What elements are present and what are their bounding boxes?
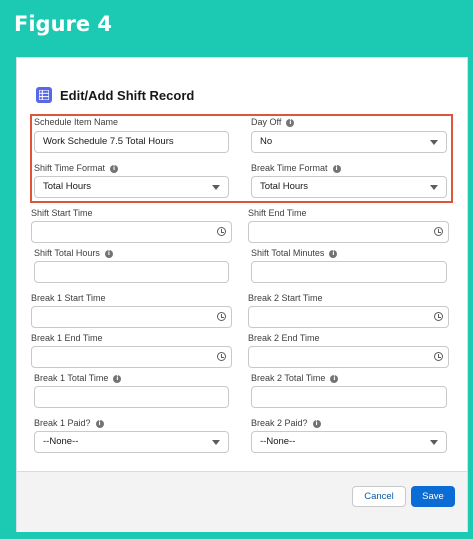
break-time-format-label: Break Time Format i xyxy=(251,163,341,173)
cancel-button[interactable]: Cancel xyxy=(352,486,406,507)
info-icon[interactable]: i xyxy=(332,165,341,173)
clock-icon[interactable] xyxy=(434,352,443,361)
save-button[interactable]: Save xyxy=(411,486,455,507)
shift-start-time-input[interactable] xyxy=(31,221,232,243)
schedule-item-name-input[interactable]: Work Schedule 7.5 Total Hours xyxy=(34,131,229,153)
break1-end-time-label: Break 1 End Time xyxy=(31,333,103,343)
day-off-label: Day Off i xyxy=(251,117,295,127)
record-icon xyxy=(36,87,52,103)
break1-start-time-label: Break 1 Start Time xyxy=(31,293,106,303)
break1-paid-select[interactable]: --None-- xyxy=(34,431,229,453)
chevron-down-icon xyxy=(430,140,438,145)
clock-icon[interactable] xyxy=(217,227,226,236)
clock-icon[interactable] xyxy=(434,312,443,321)
modal-footer: Cancel Save xyxy=(17,471,467,532)
break1-total-time-label: Break 1 Total Time i xyxy=(34,373,122,383)
shift-total-hours-input[interactable] xyxy=(34,261,229,283)
clock-icon[interactable] xyxy=(217,312,226,321)
shift-total-hours-label: Shift Total Hours i xyxy=(34,248,113,258)
chevron-down-icon xyxy=(430,185,438,190)
break2-start-time-label: Break 2 Start Time xyxy=(248,293,323,303)
break1-start-time-input[interactable] xyxy=(31,306,232,328)
schedule-item-name-label: Schedule Item Name xyxy=(34,117,119,127)
info-icon[interactable]: i xyxy=(330,375,339,383)
break2-paid-label: Break 2 Paid? i xyxy=(251,418,321,428)
edit-shift-record-modal: Edit/Add Shift Record Schedule Item Name… xyxy=(16,57,468,532)
shift-total-minutes-label: Shift Total Minutes i xyxy=(251,248,338,258)
day-off-select[interactable]: No xyxy=(251,131,447,153)
info-icon[interactable]: i xyxy=(113,375,122,383)
clock-icon[interactable] xyxy=(217,352,226,361)
info-icon[interactable]: i xyxy=(104,250,113,258)
chevron-down-icon xyxy=(212,185,220,190)
shift-end-time-label: Shift End Time xyxy=(248,208,307,218)
info-icon[interactable]: i xyxy=(312,420,321,428)
break2-paid-select[interactable]: --None-- xyxy=(251,431,447,453)
figure-label: Figure 4 xyxy=(14,12,113,36)
clock-icon[interactable] xyxy=(434,227,443,236)
shift-end-time-input[interactable] xyxy=(248,221,449,243)
break2-total-time-input[interactable] xyxy=(251,386,447,408)
break-time-format-select[interactable]: Total Hours xyxy=(251,176,447,198)
break1-total-time-input[interactable] xyxy=(34,386,229,408)
info-icon[interactable]: i xyxy=(286,119,295,127)
break2-end-time-label: Break 2 End Time xyxy=(248,333,320,343)
info-icon[interactable]: i xyxy=(329,250,338,258)
shift-start-time-label: Shift Start Time xyxy=(31,208,93,218)
break2-start-time-input[interactable] xyxy=(248,306,449,328)
break1-end-time-input[interactable] xyxy=(31,346,232,368)
modal-title: Edit/Add Shift Record xyxy=(60,88,195,103)
info-icon[interactable]: i xyxy=(95,420,104,428)
info-icon[interactable]: i xyxy=(110,165,119,173)
break2-total-time-label: Break 2 Total Time i xyxy=(251,373,339,383)
chevron-down-icon xyxy=(430,440,438,445)
break2-end-time-input[interactable] xyxy=(248,346,449,368)
shift-time-format-select[interactable]: Total Hours xyxy=(34,176,229,198)
shift-time-format-label: Shift Time Format i xyxy=(34,163,119,173)
shift-total-minutes-input[interactable] xyxy=(251,261,447,283)
break1-paid-label: Break 1 Paid? i xyxy=(34,418,104,428)
chevron-down-icon xyxy=(212,440,220,445)
